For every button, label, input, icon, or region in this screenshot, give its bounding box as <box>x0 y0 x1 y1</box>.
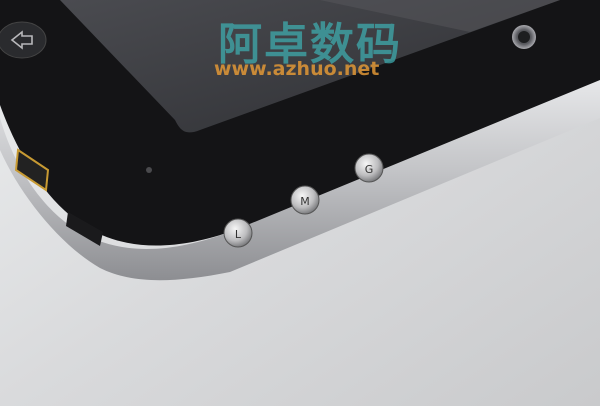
side-button-g[interactable]: G <box>354 153 384 183</box>
side-button-l-label: L <box>235 228 242 241</box>
back-arrow-icon[interactable] <box>0 21 47 59</box>
side-button-m[interactable]: M <box>290 185 320 215</box>
photo-scene: L M G 阿卓数码 www.azhuo.net <box>0 0 600 406</box>
side-button-g-label: G <box>365 163 374 176</box>
camera-lens-icon <box>512 25 536 49</box>
led-indicator-icon <box>146 167 152 173</box>
side-button-l[interactable]: L <box>223 218 253 248</box>
tablet-photo: L M G <box>0 0 600 406</box>
side-button-m-label: M <box>300 195 310 208</box>
